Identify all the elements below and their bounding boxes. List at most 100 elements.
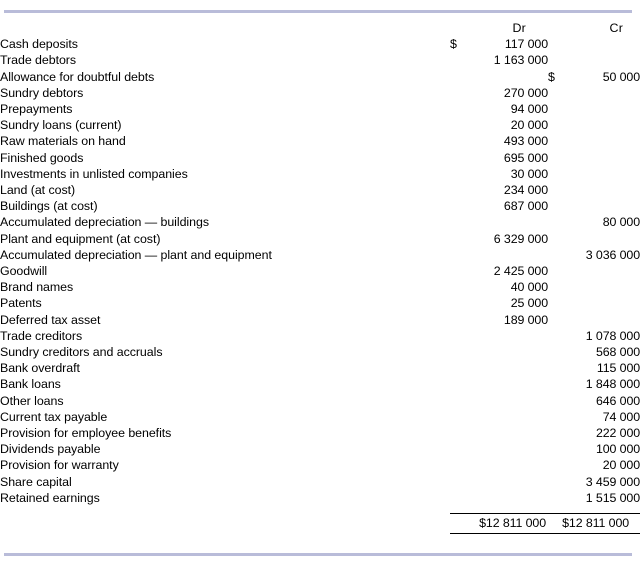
row-credit-currency-symbol (548, 36, 570, 52)
totals-credit-value: $12 811 000 (548, 513, 640, 534)
table-row: Sundry creditors and accruals 568 000 (0, 344, 640, 360)
table-row: Deferred tax asset 189 000 (0, 312, 640, 328)
trial-balance-sheet: Dr Cr Cash deposits $117 000 Trade debtors… (0, 0, 640, 568)
table-row: Buildings (at cost) 687 000 (0, 198, 640, 214)
row-debit-currency-symbol (450, 457, 472, 473)
column-header-label (0, 20, 450, 36)
row-label: Brand names (0, 280, 74, 295)
totals-label (0, 514, 450, 534)
row-credit-value: 80 000 (602, 215, 640, 230)
column-header-debit: Dr (512, 21, 527, 35)
row-label: Current tax payable (0, 409, 108, 424)
row-debit-value: 270 000 (503, 85, 549, 100)
row-label: Deferred tax asset (0, 312, 101, 327)
row-label: Sundry debtors (0, 85, 84, 100)
row-debit-currency-symbol (450, 409, 472, 425)
header-row: Dr Cr (0, 20, 640, 36)
row-debit-currency-symbol (450, 328, 472, 344)
row-credit-currency-symbol (548, 198, 570, 214)
row-debit-currency-symbol (450, 376, 472, 392)
spacer-cell-dr-value (472, 506, 548, 514)
row-credit-currency-symbol (548, 101, 570, 117)
row-credit-currency-symbol (548, 490, 570, 506)
row-label: Cash deposits (0, 37, 78, 52)
table-row: Finished goods 695 000 (0, 150, 640, 166)
row-debit-currency-symbol (450, 133, 472, 149)
row-debit-currency-symbol (450, 117, 472, 133)
row-credit-value: 1 848 000 (585, 377, 640, 392)
row-credit-value (570, 263, 640, 279)
row-credit-value (570, 101, 640, 117)
table-row: Provision for employee benefits 222 000 (0, 425, 640, 441)
row-label: Plant and equipment (at cost) (0, 231, 161, 246)
row-debit-value: 1 163 000 (493, 53, 549, 68)
row-label: Accumulated depreciation — buildings (0, 215, 209, 230)
row-debit-value: 2 425 000 (493, 264, 549, 279)
table-row: Land (at cost) 234 000 (0, 182, 640, 198)
table-row: Plant and equipment (at cost) 6 329 000 (0, 231, 640, 247)
row-credit-currency-symbol (548, 182, 570, 198)
row-debit-currency-symbol (450, 166, 472, 182)
row-label: Allowance for doubtful debts (0, 69, 155, 84)
row-debit-currency-symbol (450, 279, 472, 295)
row-credit-value: 100 000 (595, 442, 640, 457)
row-debit-currency-symbol (450, 295, 472, 311)
row-debit-currency-symbol (450, 85, 472, 101)
table-row: Bank loans 1 848 000 (0, 376, 640, 392)
table-row: Sundry debtors 270 000 (0, 85, 640, 101)
row-credit-value: 1 515 000 (585, 490, 640, 505)
row-debit-value (472, 328, 548, 344)
row-label: Dividends payable (0, 442, 101, 457)
row-debit-value (472, 247, 548, 263)
table-row: Investments in unlisted companies 30 000 (0, 166, 640, 182)
row-label: Bank overdraft (0, 361, 80, 376)
row-credit-currency-symbol (548, 474, 570, 490)
row-debit-value: 6 329 000 (493, 231, 549, 246)
column-header-credit: Cr (609, 21, 624, 35)
row-credit-currency-symbol (548, 150, 570, 166)
row-credit-value (570, 117, 640, 133)
table-row: Share capital 3 459 000 (0, 474, 640, 490)
double-rule-spacer (0, 534, 450, 539)
row-label: Trade debtors (0, 53, 77, 68)
table-row: Raw materials on hand 493 000 (0, 133, 640, 149)
row-credit-value: 3 036 000 (585, 247, 640, 262)
row-debit-value (472, 214, 548, 230)
row-debit-currency-symbol (450, 393, 472, 409)
double-rule-credit (548, 533, 640, 539)
row-debit-value (472, 69, 548, 85)
row-credit-value (570, 52, 640, 68)
table-row: Bank overdraft 115 000 (0, 360, 640, 376)
row-credit-value (570, 85, 640, 101)
table-row: Trade creditors 1 078 000 (0, 328, 640, 344)
row-debit-value: 189 000 (503, 312, 549, 327)
row-debit-value (472, 457, 548, 473)
row-debit-value (472, 360, 548, 376)
row-debit-value (472, 393, 548, 409)
row-credit-value (570, 36, 640, 52)
row-credit-value: 50 000 (602, 69, 640, 84)
row-credit-currency-symbol (548, 231, 570, 247)
row-label: Provision for employee benefits (0, 426, 172, 441)
row-debit-currency-symbol (450, 474, 472, 490)
spacer-cell-cr-symbol (548, 506, 570, 514)
row-debit-value: 493 000 (503, 134, 549, 149)
row-credit-currency-symbol (548, 166, 570, 182)
row-label: Share capital (0, 474, 72, 489)
row-credit-currency-symbol (548, 85, 570, 101)
row-credit-currency-symbol (548, 344, 570, 360)
row-debit-currency-symbol (450, 69, 472, 85)
row-label: Sundry creditors and accruals (0, 345, 163, 360)
row-credit-currency-symbol (548, 133, 570, 149)
trial-balance-table: Dr Cr Cash deposits $117 000 Trade debtors… (0, 20, 640, 539)
row-credit-currency-symbol (548, 409, 570, 425)
row-credit-currency-symbol (548, 376, 570, 392)
row-debit-value (472, 474, 548, 490)
table-row: Retained earnings 1 515 000 (0, 490, 640, 506)
row-debit-currency-symbol (450, 182, 472, 198)
row-debit-value (472, 344, 548, 360)
row-debit-value (472, 441, 548, 457)
row-credit-currency-symbol (548, 425, 570, 441)
double-rule-debit (450, 533, 549, 539)
row-credit-currency-symbol (548, 360, 570, 376)
